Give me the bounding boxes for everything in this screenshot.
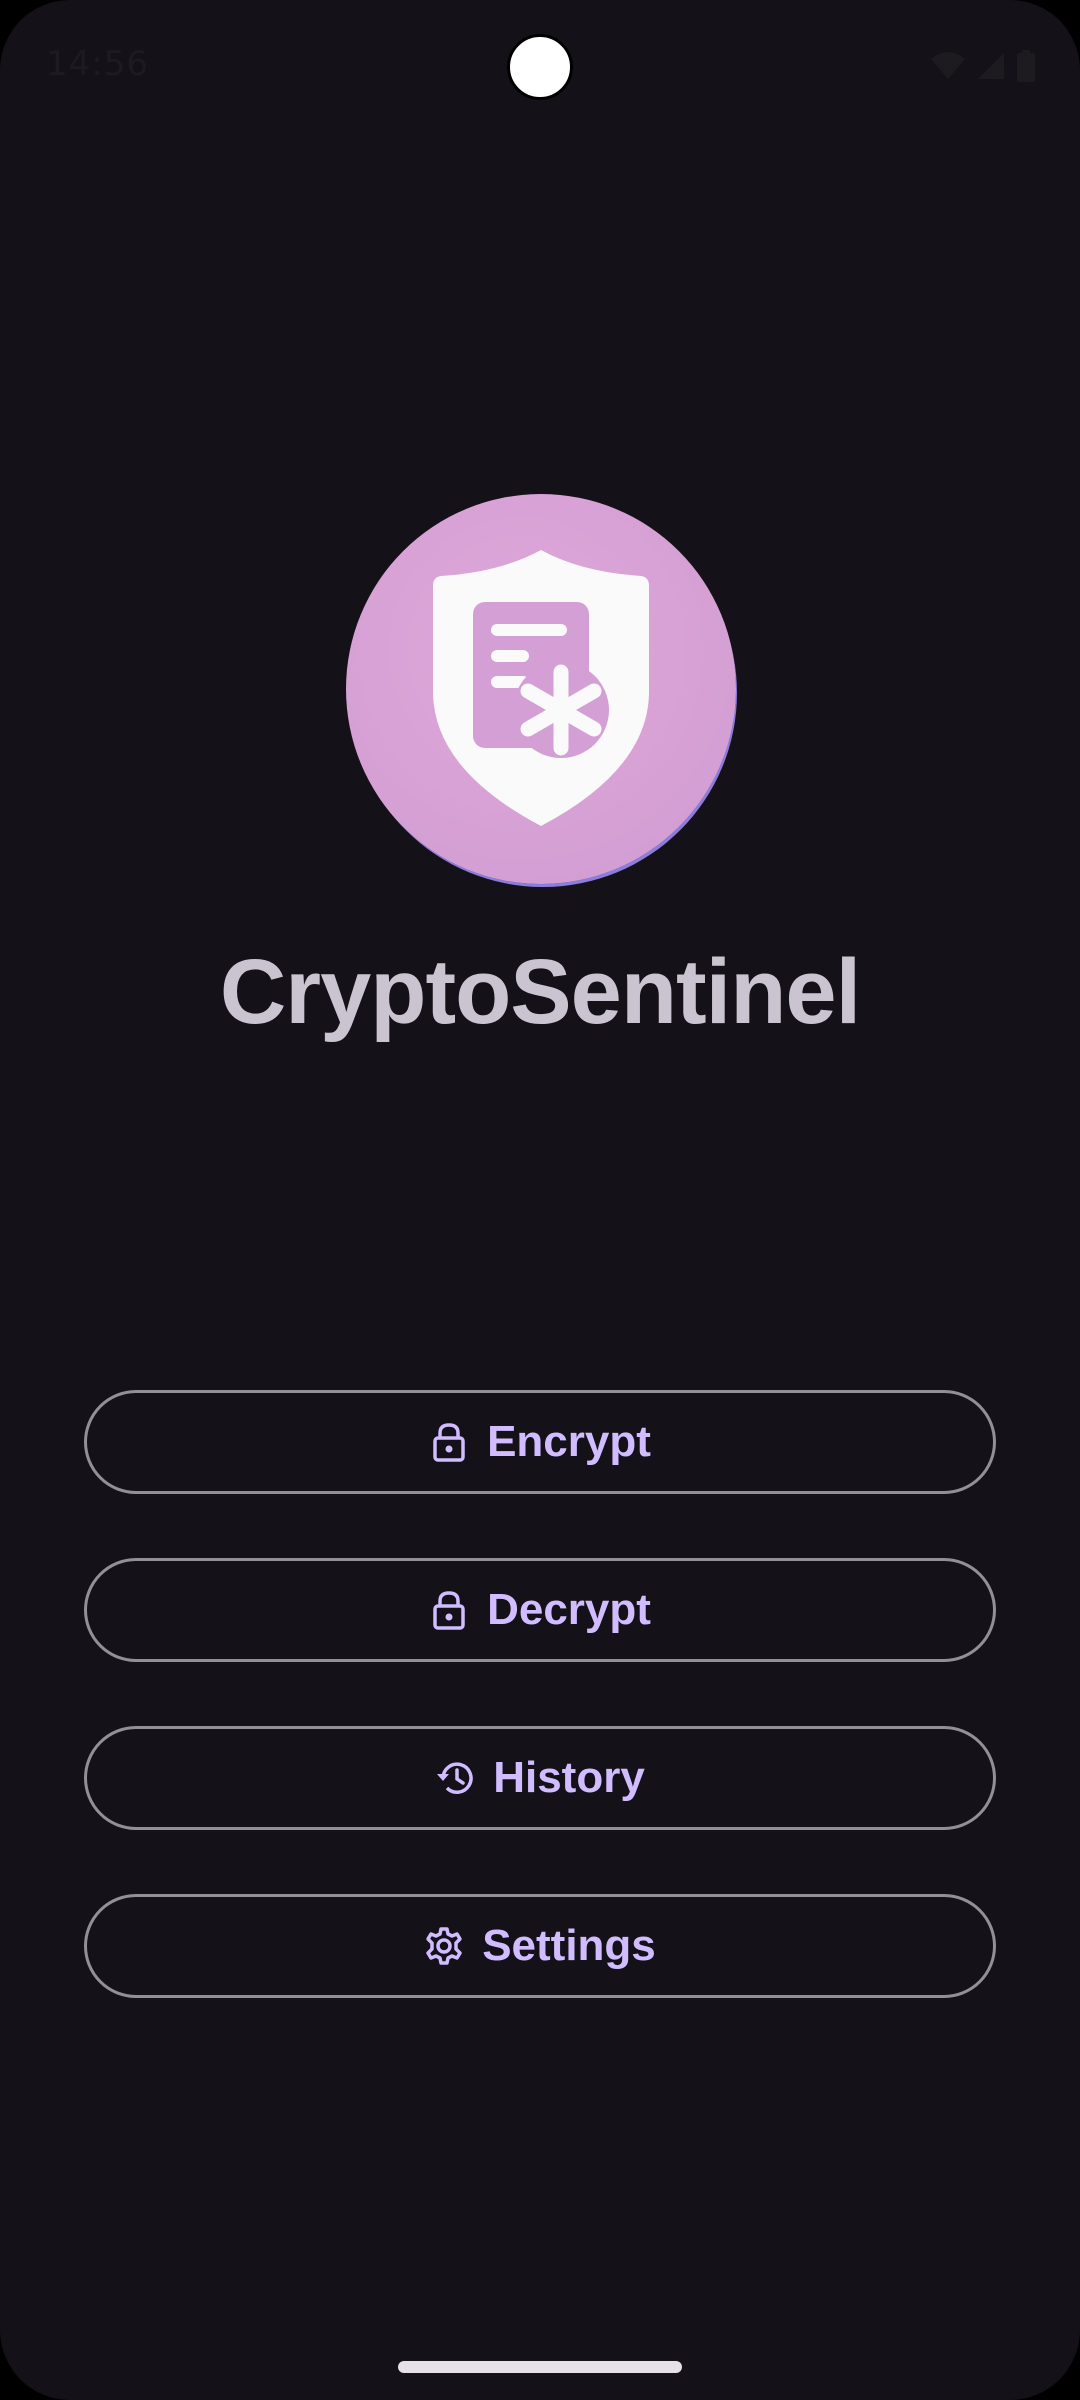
wifi-icon (931, 52, 965, 79)
lock-icon (429, 1422, 469, 1462)
settings-button-label: Settings (482, 1921, 656, 1970)
gear-icon (424, 1926, 464, 1966)
encrypt-button[interactable]: Encrypt (84, 1390, 996, 1494)
camera-cutout (507, 34, 573, 100)
app-title: CryptoSentinel (219, 941, 861, 1043)
status-time: 14:56 (46, 44, 149, 84)
history-button[interactable]: History (84, 1726, 996, 1830)
status-icons (930, 50, 1036, 82)
signal-icon (978, 53, 1004, 79)
lock-icon (429, 1590, 469, 1630)
status-bar: 14:56 (0, 0, 1080, 130)
app-screen: 14:56 CryptoSentinel Encrypt Decrypt His… (0, 0, 1080, 2400)
app-logo (346, 494, 736, 884)
decrypt-button-label: Decrypt (487, 1585, 651, 1634)
encrypt-button-label: Encrypt (487, 1417, 651, 1466)
settings-button[interactable]: Settings (84, 1894, 996, 1998)
history-button-label: History (493, 1753, 645, 1802)
main-menu: Encrypt Decrypt History Settings (84, 1390, 996, 2062)
shield-document-asterisk-icon (433, 550, 649, 826)
battery-icon (1017, 50, 1035, 82)
decrypt-button[interactable]: Decrypt (84, 1558, 996, 1662)
history-icon (435, 1758, 475, 1798)
home-indicator[interactable] (398, 2361, 682, 2373)
